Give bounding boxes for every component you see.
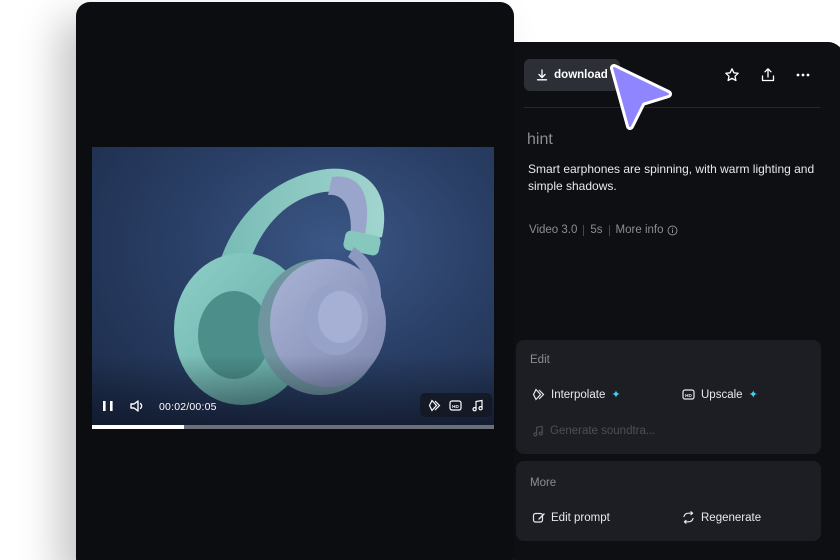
time-display: 00:02/00:05 (159, 401, 217, 413)
edit-card: Edit Interpolate ✦ HD Upscale ✦ Generate… (516, 340, 821, 454)
more-options-button[interactable] (794, 66, 812, 84)
volume-icon (130, 400, 143, 412)
hint-title: hint (527, 131, 553, 148)
video-window: 00:02/00:05 HD (76, 2, 514, 560)
share-icon (761, 68, 775, 82)
edit-prompt-button[interactable]: Edit prompt (532, 511, 610, 524)
hd-icon: HD (682, 389, 695, 400)
interpolate-label: Interpolate (551, 388, 606, 401)
sparkle-icon: ✦ (748, 389, 758, 401)
ellipsis-icon (796, 73, 810, 77)
generate-soundtrack-button[interactable]: Generate soundtra... (532, 425, 655, 437)
download-label: download (554, 69, 608, 81)
meta-separator (583, 224, 585, 236)
prompt-text: Smart earphones are spinning, with warm … (528, 162, 815, 193)
progress-bar[interactable] (92, 425, 494, 429)
edit-prompt-label: Edit prompt (551, 511, 610, 524)
hd-tool-button[interactable]: HD (447, 396, 465, 414)
cursor-pointer-icon (610, 64, 672, 130)
edit-card-title: Edit (530, 354, 550, 366)
favorite-button[interactable] (723, 66, 741, 84)
svg-text:HD: HD (685, 393, 692, 398)
share-button[interactable] (759, 66, 777, 84)
meta-row: Video 3.0 5s More info (529, 224, 678, 236)
pause-button[interactable] (98, 397, 118, 415)
sparkle-icon: ✦ (611, 389, 621, 401)
more-card: More Edit prompt Regenerate (516, 461, 821, 541)
interpolate-tool-button[interactable] (426, 396, 444, 414)
regenerate-button[interactable]: Regenerate (682, 511, 761, 524)
info-icon (667, 225, 678, 235)
edit-prompt-icon (532, 512, 545, 523)
meta-separator (608, 224, 610, 236)
more-info-label: More info (615, 224, 664, 236)
regenerate-label: Regenerate (701, 511, 762, 524)
interpolate-icon (428, 398, 441, 412)
star-icon (725, 68, 739, 82)
interpolate-icon (532, 388, 545, 401)
player-tools: HD (420, 393, 492, 417)
svg-text:HD: HD (453, 403, 460, 408)
more-card-title: More (530, 477, 557, 489)
hd-icon: HD (449, 399, 463, 411)
info-panel: download hint Smart earphones are spinni… (514, 42, 840, 560)
upscale-button[interactable]: HD Upscale ✦ (682, 388, 758, 401)
model-version: Video 3.0 (529, 224, 578, 236)
video-player[interactable]: 00:02/00:05 HD (92, 147, 494, 429)
interpolate-button[interactable]: Interpolate ✦ (532, 388, 621, 401)
download-icon (537, 69, 548, 81)
volume-button[interactable] (127, 397, 147, 415)
regenerate-icon (683, 511, 694, 524)
progress-fill (92, 425, 185, 429)
upscale-label: Upscale (701, 388, 743, 401)
music-tool-button[interactable] (468, 396, 486, 414)
app-stage: 00:02/00:05 HD download hint Smart earph… (0, 0, 840, 560)
video-duration: 5s (590, 224, 603, 236)
music-note-icon (533, 425, 543, 437)
pause-icon (103, 401, 113, 411)
generate-soundtrack-label: Generate soundtra... (550, 425, 656, 437)
music-note-icon (472, 399, 483, 411)
more-info-link[interactable]: More info (616, 224, 679, 236)
